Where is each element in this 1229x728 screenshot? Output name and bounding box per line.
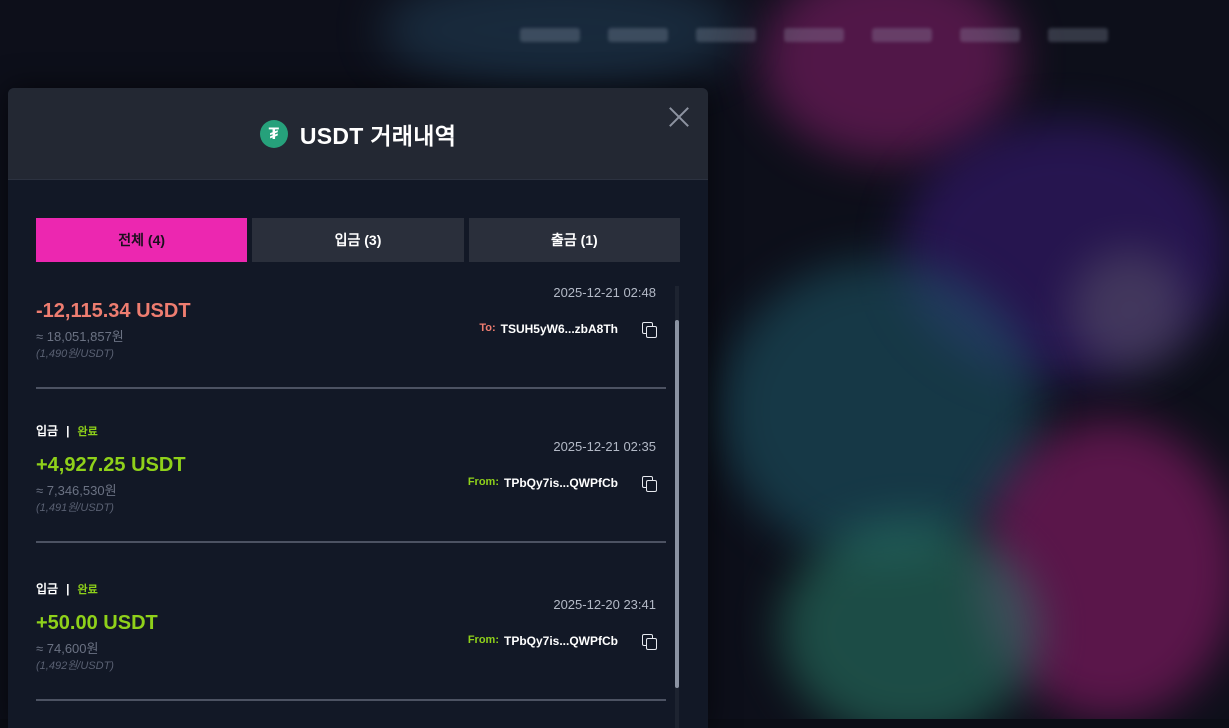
tab-all[interactable]: 전체 (4) xyxy=(36,218,248,262)
tx-direction-label: To: xyxy=(479,322,496,334)
tx-separator: | xyxy=(66,423,70,438)
tx-date: 2025-12-21 02:48 xyxy=(553,285,656,300)
scrollbar-thumb[interactable] xyxy=(675,320,679,688)
tx-address: TPbQy7is...QWPfCb xyxy=(503,634,618,648)
background-blob xyxy=(760,0,1020,160)
tx-rate: (1,492원/USDT) xyxy=(36,660,114,672)
tx-date: 2025-12-20 23:41 xyxy=(553,597,656,612)
tx-address: TPbQy7is...QWPfCb xyxy=(503,476,618,490)
tx-type-label: 입금 xyxy=(36,582,59,596)
tx-direction-label: From: xyxy=(467,476,499,488)
tx-date: 2025-12-21 02:35 xyxy=(553,439,656,454)
tx-separator: | xyxy=(66,581,70,596)
tx-status-badge: 완료 xyxy=(77,425,98,438)
copy-icon[interactable] xyxy=(642,634,658,650)
tx-meta: 입금 | 완료 xyxy=(36,580,98,597)
tx-type-label: 입금 xyxy=(36,424,59,438)
tx-divider xyxy=(36,699,666,701)
copy-icon[interactable] xyxy=(642,322,658,338)
tx-amount: +50.00 USDT xyxy=(36,612,158,634)
background-blob xyxy=(1070,250,1190,370)
tx-krw-value: ≈ 18,051,857원 xyxy=(36,329,124,344)
copy-icon[interactable] xyxy=(642,476,658,492)
tx-amount: -12,115.34 USDT xyxy=(36,300,191,322)
tx-rate: (1,490원/USDT) xyxy=(36,348,114,360)
blurred-top-nav xyxy=(520,28,1229,50)
modal-header: ₮ USDT 거래내역 xyxy=(8,88,708,180)
tx-status-badge: 완료 xyxy=(77,583,98,596)
tab-deposit[interactable]: 입금 (3) xyxy=(252,218,464,262)
tx-amount: +4,927.25 USDT xyxy=(36,454,186,476)
usdt-history-modal: ₮ USDT 거래내역 전체 (4) 입금 (3) 출금 (1) 2025-12… xyxy=(8,88,708,728)
tx-address: TSUH5yW6...zbA8Th xyxy=(500,322,618,336)
tx-address-row: From: TPbQy7is...QWPfCb xyxy=(468,476,618,490)
tx-divider xyxy=(36,541,666,543)
tx-direction-label: From: xyxy=(467,634,499,646)
tx-krw-value: ≈ 74,600원 xyxy=(36,641,99,656)
tx-address-row: To: TSUH5yW6...zbA8Th xyxy=(479,322,618,336)
close-icon[interactable] xyxy=(668,106,690,128)
tx-krw-value: ≈ 7,346,530원 xyxy=(36,483,117,498)
tx-rate: (1,491원/USDT) xyxy=(36,502,114,514)
tx-divider xyxy=(36,387,666,389)
usdt-logo-icon: ₮ xyxy=(259,119,288,148)
tab-withdraw[interactable]: 출금 (1) xyxy=(468,218,680,262)
modal-title: USDT 거래내역 xyxy=(299,122,457,149)
tx-meta: 입금 | 완료 xyxy=(36,422,98,439)
filter-tabs: 전체 (4) 입금 (3) 출금 (1) xyxy=(36,218,680,262)
modal-title-wrap: ₮ USDT 거래내역 xyxy=(259,117,457,151)
tx-address-row: From: TPbQy7is...QWPfCb xyxy=(468,634,618,648)
